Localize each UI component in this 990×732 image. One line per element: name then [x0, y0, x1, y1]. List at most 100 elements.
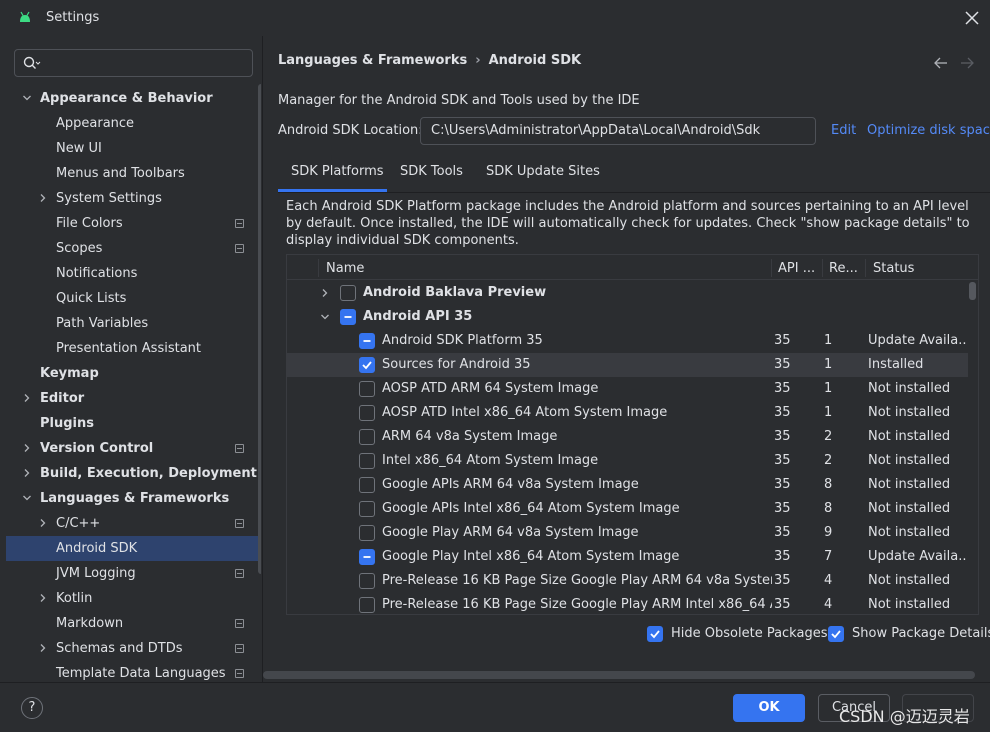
sidebar-item[interactable]: Version Control: [6, 436, 261, 461]
package-checkbox[interactable]: [359, 597, 375, 613]
sdk-platforms-table: Name API ... Re... Status Android Baklav…: [286, 254, 979, 615]
table-row[interactable]: Google Play Intel x86_64 Atom System Ima…: [287, 545, 968, 569]
chevron-right-icon[interactable]: [38, 193, 48, 203]
hide-obsolete-checkbox[interactable]: [647, 626, 663, 642]
package-name: Google APIs Intel x86_64 Atom System Ima…: [382, 501, 680, 516]
package-name: Google Play Intel x86_64 Atom System Ima…: [382, 549, 680, 564]
table-row[interactable]: Sources for Android 35 35 1 Installed: [287, 353, 968, 377]
sidebar-item[interactable]: Keymap: [6, 361, 261, 386]
sidebar-item-label: Languages & Frameworks: [40, 491, 230, 506]
sidebar-item[interactable]: Appearance & Behavior: [6, 86, 261, 111]
sidebar-item[interactable]: Quick Lists: [6, 286, 261, 311]
package-api-level: 35: [774, 501, 791, 516]
package-checkbox[interactable]: [359, 429, 375, 445]
sidebar-scrollbar[interactable]: [258, 84, 261, 574]
package-checkbox[interactable]: [359, 549, 375, 565]
package-checkbox[interactable]: [359, 381, 375, 397]
table-row[interactable]: Google APIs Intel x86_64 Atom System Ima…: [287, 497, 968, 521]
sidebar-item[interactable]: C/C++: [6, 511, 261, 536]
table-row[interactable]: Google APIs ARM 64 v8a System Image 35 8 No…: [287, 473, 968, 497]
table-row[interactable]: Intel x86_64 Atom System Image 35 2 Not ins…: [287, 449, 968, 473]
chevron-right-icon[interactable]: [22, 468, 32, 478]
tab-sdk-platforms[interactable]: SDK Platforms: [291, 164, 384, 179]
project-level-icon: [235, 219, 244, 228]
sidebar-item[interactable]: Presentation Assistant: [6, 336, 261, 361]
chevron-right-icon[interactable]: [38, 518, 48, 528]
package-name: Android Baklava Preview: [363, 285, 547, 300]
tab-sdk-tools[interactable]: SDK Tools: [400, 164, 463, 179]
sidebar-item[interactable]: Languages & Frameworks: [6, 486, 261, 511]
table-row[interactable]: Pre-Release 16 KB Page Size Google Play …: [287, 569, 968, 593]
package-checkbox[interactable]: [340, 309, 356, 325]
table-row[interactable]: AOSP ATD Intel x86_64 Atom System Image 3…: [287, 401, 968, 425]
sidebar-item[interactable]: Kotlin: [6, 586, 261, 611]
sidebar-item[interactable]: File Colors: [6, 211, 261, 236]
chevron-right-icon[interactable]: [22, 443, 32, 453]
package-checkbox[interactable]: [359, 501, 375, 517]
package-status: Installed: [868, 357, 924, 372]
help-button[interactable]: ?: [21, 697, 43, 719]
edit-link[interactable]: Edit: [831, 123, 856, 138]
sidebar-item[interactable]: Plugins: [6, 411, 261, 436]
table-row[interactable]: Pre-Release 16 KB Page Size Google Play …: [287, 593, 968, 614]
table-group-row[interactable]: Android Baklava Preview: [287, 281, 968, 305]
sidebar-item[interactable]: Markdown: [6, 611, 261, 636]
chevron-down-icon[interactable]: [22, 493, 32, 503]
back-arrow-icon[interactable]: [934, 57, 948, 69]
package-checkbox[interactable]: [359, 573, 375, 589]
optimize-disk-space-link[interactable]: Optimize disk space: [867, 123, 990, 138]
horizontal-scrollbar[interactable]: [263, 671, 975, 679]
sidebar-item[interactable]: Menus and Toolbars: [6, 161, 261, 186]
ok-button[interactable]: OK: [733, 694, 805, 722]
column-header-api[interactable]: API ...: [778, 261, 815, 276]
chevron-down-icon[interactable]: [320, 312, 330, 322]
search-icon: [23, 56, 41, 69]
chevron-right-icon[interactable]: [320, 288, 330, 298]
sidebar-item[interactable]: JVM Logging: [6, 561, 261, 586]
show-package-details-checkbox[interactable]: [828, 626, 844, 642]
column-header-revision[interactable]: Re...: [829, 261, 858, 276]
sidebar-item[interactable]: Scopes: [6, 236, 261, 261]
table-group-row[interactable]: Android API 35: [287, 305, 968, 329]
package-checkbox[interactable]: [359, 453, 375, 469]
sidebar-item[interactable]: Editor: [6, 386, 261, 411]
table-row[interactable]: AOSP ATD ARM 64 System Image 35 1 Not insta…: [287, 377, 968, 401]
sidebar-item[interactable]: Android SDK: [6, 536, 261, 561]
sidebar-item[interactable]: Template Data Languages: [6, 661, 261, 682]
breadcrumb-parent[interactable]: Languages & Frameworks: [278, 53, 467, 68]
package-checkbox[interactable]: [359, 357, 375, 373]
package-name: AOSP ATD ARM 64 System Image: [382, 381, 599, 396]
settings-search-input[interactable]: [14, 49, 253, 77]
tab-sdk-update-sites[interactable]: SDK Update Sites: [486, 164, 600, 179]
package-checkbox[interactable]: [340, 285, 356, 301]
table-scrollbar[interactable]: [969, 282, 976, 300]
pane-divider[interactable]: [262, 36, 263, 682]
sidebar-item-label: Quick Lists: [56, 291, 127, 306]
close-icon[interactable]: [963, 9, 981, 27]
sidebar-item[interactable]: New UI: [6, 136, 261, 161]
package-checkbox[interactable]: [359, 333, 375, 349]
sidebar-item[interactable]: Build, Execution, Deployment: [6, 461, 261, 486]
forward-arrow-icon[interactable]: [960, 57, 974, 69]
column-header-status[interactable]: Status: [873, 261, 914, 276]
checkmark-icon: [831, 630, 841, 639]
package-checkbox[interactable]: [359, 525, 375, 541]
sdk-location-field[interactable]: C:\Users\Administrator\AppData\Local\And…: [420, 117, 816, 145]
sidebar-item[interactable]: System Settings: [6, 186, 261, 211]
sidebar-item[interactable]: Schemas and DTDs: [6, 636, 261, 661]
chevron-right-icon[interactable]: [22, 393, 32, 403]
package-checkbox[interactable]: [359, 477, 375, 493]
chevron-down-icon[interactable]: [22, 93, 32, 103]
chevron-right-icon[interactable]: [38, 593, 48, 603]
column-header-name[interactable]: Name: [326, 261, 364, 276]
table-row[interactable]: ARM 64 v8a System Image 35 2 Not installed: [287, 425, 968, 449]
table-row[interactable]: Android SDK Platform 35 35 1 Update Availa.…: [287, 329, 968, 353]
package-checkbox[interactable]: [359, 405, 375, 421]
sidebar-item[interactable]: Path Variables: [6, 311, 261, 336]
window-title: Settings: [46, 10, 100, 25]
sidebar-item[interactable]: Notifications: [6, 261, 261, 286]
package-status: Not installed: [868, 477, 951, 492]
table-row[interactable]: Google Play ARM 64 v8a System Image 35 9 No…: [287, 521, 968, 545]
sidebar-item[interactable]: Appearance: [6, 111, 261, 136]
chevron-right-icon[interactable]: [38, 643, 48, 653]
